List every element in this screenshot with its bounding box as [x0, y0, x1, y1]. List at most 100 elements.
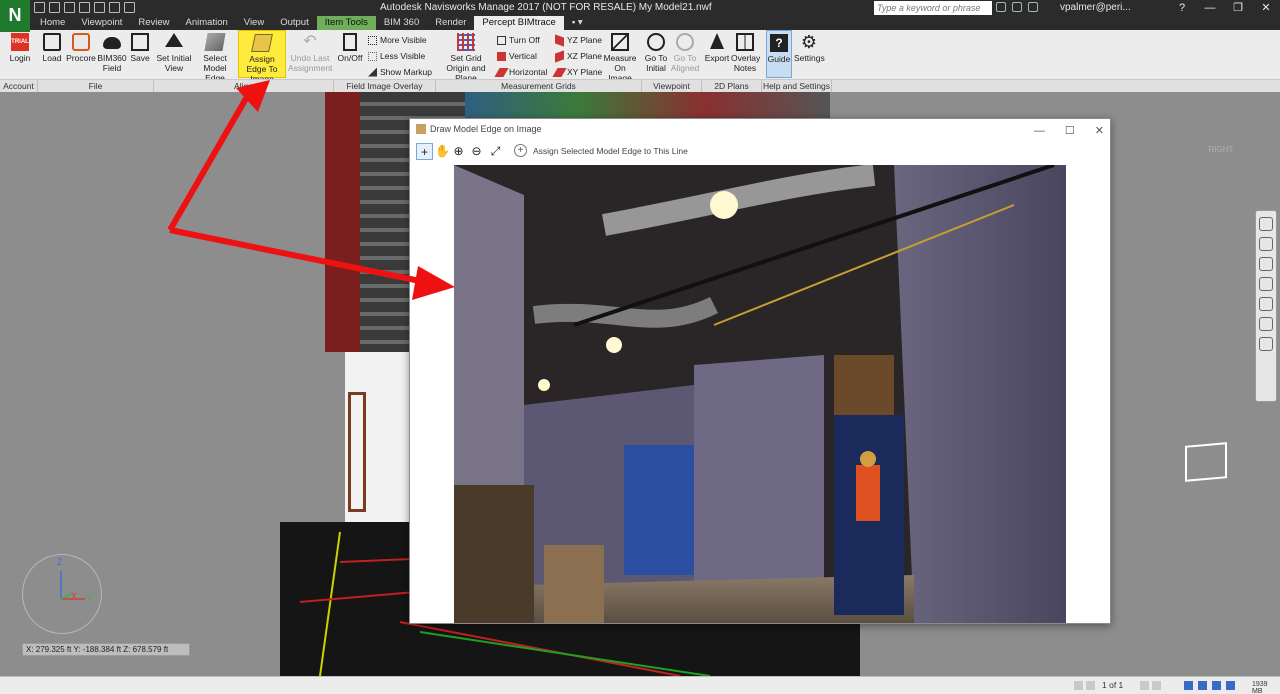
- overlay-notes-button[interactable]: Overlay Notes: [731, 33, 760, 73]
- tab-bim360[interactable]: BIM 360: [376, 16, 427, 30]
- overlay-on-off-button[interactable]: On/Off: [336, 33, 364, 63]
- undo-last-assignment-button[interactable]: ↶ Undo Last Assignment: [288, 33, 332, 73]
- settings-button[interactable]: ⚙ Settings: [794, 33, 825, 63]
- more-visible-button[interactable]: More Visible: [368, 35, 427, 45]
- app-logo[interactable]: N: [0, 0, 30, 32]
- redo-icon[interactable]: [94, 2, 105, 13]
- load-icon: [43, 33, 61, 51]
- grid-turn-off-button[interactable]: Turn Off: [497, 35, 540, 45]
- show-markup-button[interactable]: Show Markup: [368, 67, 432, 77]
- grid-vertical-button[interactable]: Vertical: [497, 51, 537, 61]
- select-model-edge-button[interactable]: Select Model Edge: [193, 33, 237, 83]
- close-icon[interactable]: ✕: [1252, 0, 1280, 16]
- selection-outline: [1185, 442, 1227, 482]
- set-initial-view-button[interactable]: Set Initial View: [156, 33, 192, 73]
- go-to-initial-button[interactable]: Go To Initial: [643, 33, 669, 73]
- assign-edge-to-line-button[interactable]: + Assign Selected Model Edge to This Lin…: [514, 144, 688, 157]
- quick-access-toolbar: [34, 2, 135, 14]
- first-page-icon[interactable]: [1074, 681, 1083, 690]
- status-icon-2[interactable]: [1198, 681, 1207, 690]
- zoom-in-icon[interactable]: ⊕: [450, 143, 467, 160]
- save-button[interactable]: Save: [129, 33, 151, 63]
- select-icon[interactable]: [124, 2, 135, 13]
- fit-to-view-icon[interactable]: ⤢: [487, 143, 504, 160]
- select-cursor-icon[interactable]: [1259, 337, 1273, 351]
- door-frame: [348, 392, 366, 512]
- connect-icon[interactable]: [1012, 2, 1022, 12]
- status-bar: 1 of 1 1939 MB: [0, 676, 1280, 694]
- dialog-toolbar: + ✋ ⊕ ⊖ ⤢ + Assign Selected Model Edge t…: [410, 141, 1110, 163]
- star-icon[interactable]: [1028, 2, 1038, 12]
- tab-output[interactable]: Output: [272, 16, 317, 30]
- open-icon[interactable]: [34, 2, 45, 13]
- tab-render[interactable]: Render: [427, 16, 474, 30]
- bim360-field-button[interactable]: BIM360 Field: [97, 33, 127, 73]
- tab-extra[interactable]: ▪ ▾: [564, 16, 591, 30]
- go-to-aligned-button[interactable]: Go To Aligned: [670, 33, 700, 73]
- login-button[interactable]: TRIAL Login: [6, 33, 34, 63]
- binoculars-icon[interactable]: [996, 2, 1006, 12]
- ribbon-group-labels: Account File Align Field Image Overlay M…: [0, 79, 1280, 92]
- assign-edge-to-image-button[interactable]: Assign Edge To Image: [238, 30, 286, 84]
- zoom-window-icon[interactable]: [1259, 257, 1273, 271]
- status-icon-4[interactable]: [1226, 681, 1235, 690]
- group-field-image-overlay: Field Image Overlay: [334, 80, 436, 92]
- ribbon-panel: TRIAL Login Load Procore BIM360 Field Sa…: [0, 30, 1280, 92]
- pan-icon[interactable]: [1259, 237, 1273, 251]
- print-icon[interactable]: [64, 2, 75, 13]
- save-icon[interactable]: [49, 2, 60, 13]
- vertical-grid-icon: [497, 51, 506, 61]
- user-account[interactable]: vpalmer@peri...: [1060, 2, 1131, 13]
- dialog-title-bar[interactable]: Draw Model Edge on Image — ☐ ✕: [410, 119, 1110, 139]
- model-edge-icon: [204, 33, 226, 51]
- walk-icon[interactable]: [1259, 317, 1273, 331]
- tab-view[interactable]: View: [236, 16, 272, 30]
- look-icon[interactable]: [1259, 297, 1273, 311]
- tab-percept-bimtrace[interactable]: Percept BIMtrace: [474, 16, 564, 30]
- tab-item-tools[interactable]: Item Tools: [316, 16, 376, 30]
- tab-review[interactable]: Review: [130, 16, 177, 30]
- help-button[interactable]: ?: [1168, 0, 1196, 16]
- tab-viewpoint[interactable]: Viewpoint: [73, 16, 130, 30]
- coordinate-readout: X: 279.325 ft Y: -188.384 ft Z: 678.579 …: [22, 643, 190, 656]
- status-icon-1[interactable]: [1184, 681, 1193, 690]
- steering-wheel-icon[interactable]: [1259, 217, 1273, 231]
- last-page-icon[interactable]: [1152, 681, 1161, 690]
- assign-edge-icon: [251, 34, 273, 52]
- draw-line-tool-icon[interactable]: +: [416, 143, 433, 160]
- tab-home[interactable]: Home: [32, 16, 73, 30]
- zoom-out-icon[interactable]: ⊖: [468, 143, 485, 160]
- status-icon-3[interactable]: [1212, 681, 1221, 690]
- restore-icon[interactable]: ❐: [1224, 0, 1252, 16]
- pan-hand-icon[interactable]: ✋: [434, 143, 451, 160]
- trial-icon: TRIAL: [11, 33, 29, 51]
- axis-y-label: Y: [87, 593, 94, 603]
- export-button[interactable]: Export: [704, 33, 730, 63]
- search-input[interactable]: Type a keyword or phrase: [874, 1, 992, 15]
- dialog-maximize-icon[interactable]: ☐: [1065, 121, 1075, 141]
- grid-icon: [457, 33, 475, 51]
- tab-animation[interactable]: Animation: [178, 16, 236, 30]
- next-page-icon[interactable]: [1140, 681, 1149, 690]
- measure-on-image-button[interactable]: Measure On Image: [602, 33, 638, 83]
- group-2d-plans: 2D Plans: [702, 80, 762, 92]
- xy-plane-button[interactable]: XY Plane: [552, 67, 602, 77]
- less-visible-button[interactable]: Less Visible: [368, 51, 425, 61]
- field-photo[interactable]: [454, 165, 1066, 623]
- minimize-icon[interactable]: —: [1196, 0, 1224, 16]
- guide-button[interactable]: ? Guide: [766, 30, 792, 78]
- orbit-icon[interactable]: [1259, 277, 1273, 291]
- procore-button[interactable]: Procore: [66, 33, 96, 63]
- undo-icon[interactable]: [79, 2, 90, 13]
- axis-z-label: Z: [57, 557, 63, 567]
- refresh-icon[interactable]: [109, 2, 120, 13]
- prev-page-icon[interactable]: [1086, 681, 1095, 690]
- load-button[interactable]: Load: [40, 33, 64, 63]
- set-grid-origin-button[interactable]: Set Grid Origin and Plane: [438, 33, 494, 83]
- dialog-close-icon[interactable]: ✕: [1095, 121, 1104, 141]
- yz-plane-button[interactable]: YZ Plane: [555, 33, 602, 47]
- dialog-minimize-icon[interactable]: —: [1034, 121, 1045, 141]
- viewcube[interactable]: RIGHT: [1198, 132, 1244, 168]
- grid-horizontal-button[interactable]: Horizontal: [494, 67, 547, 77]
- xz-plane-button[interactable]: XZ Plane: [555, 49, 602, 63]
